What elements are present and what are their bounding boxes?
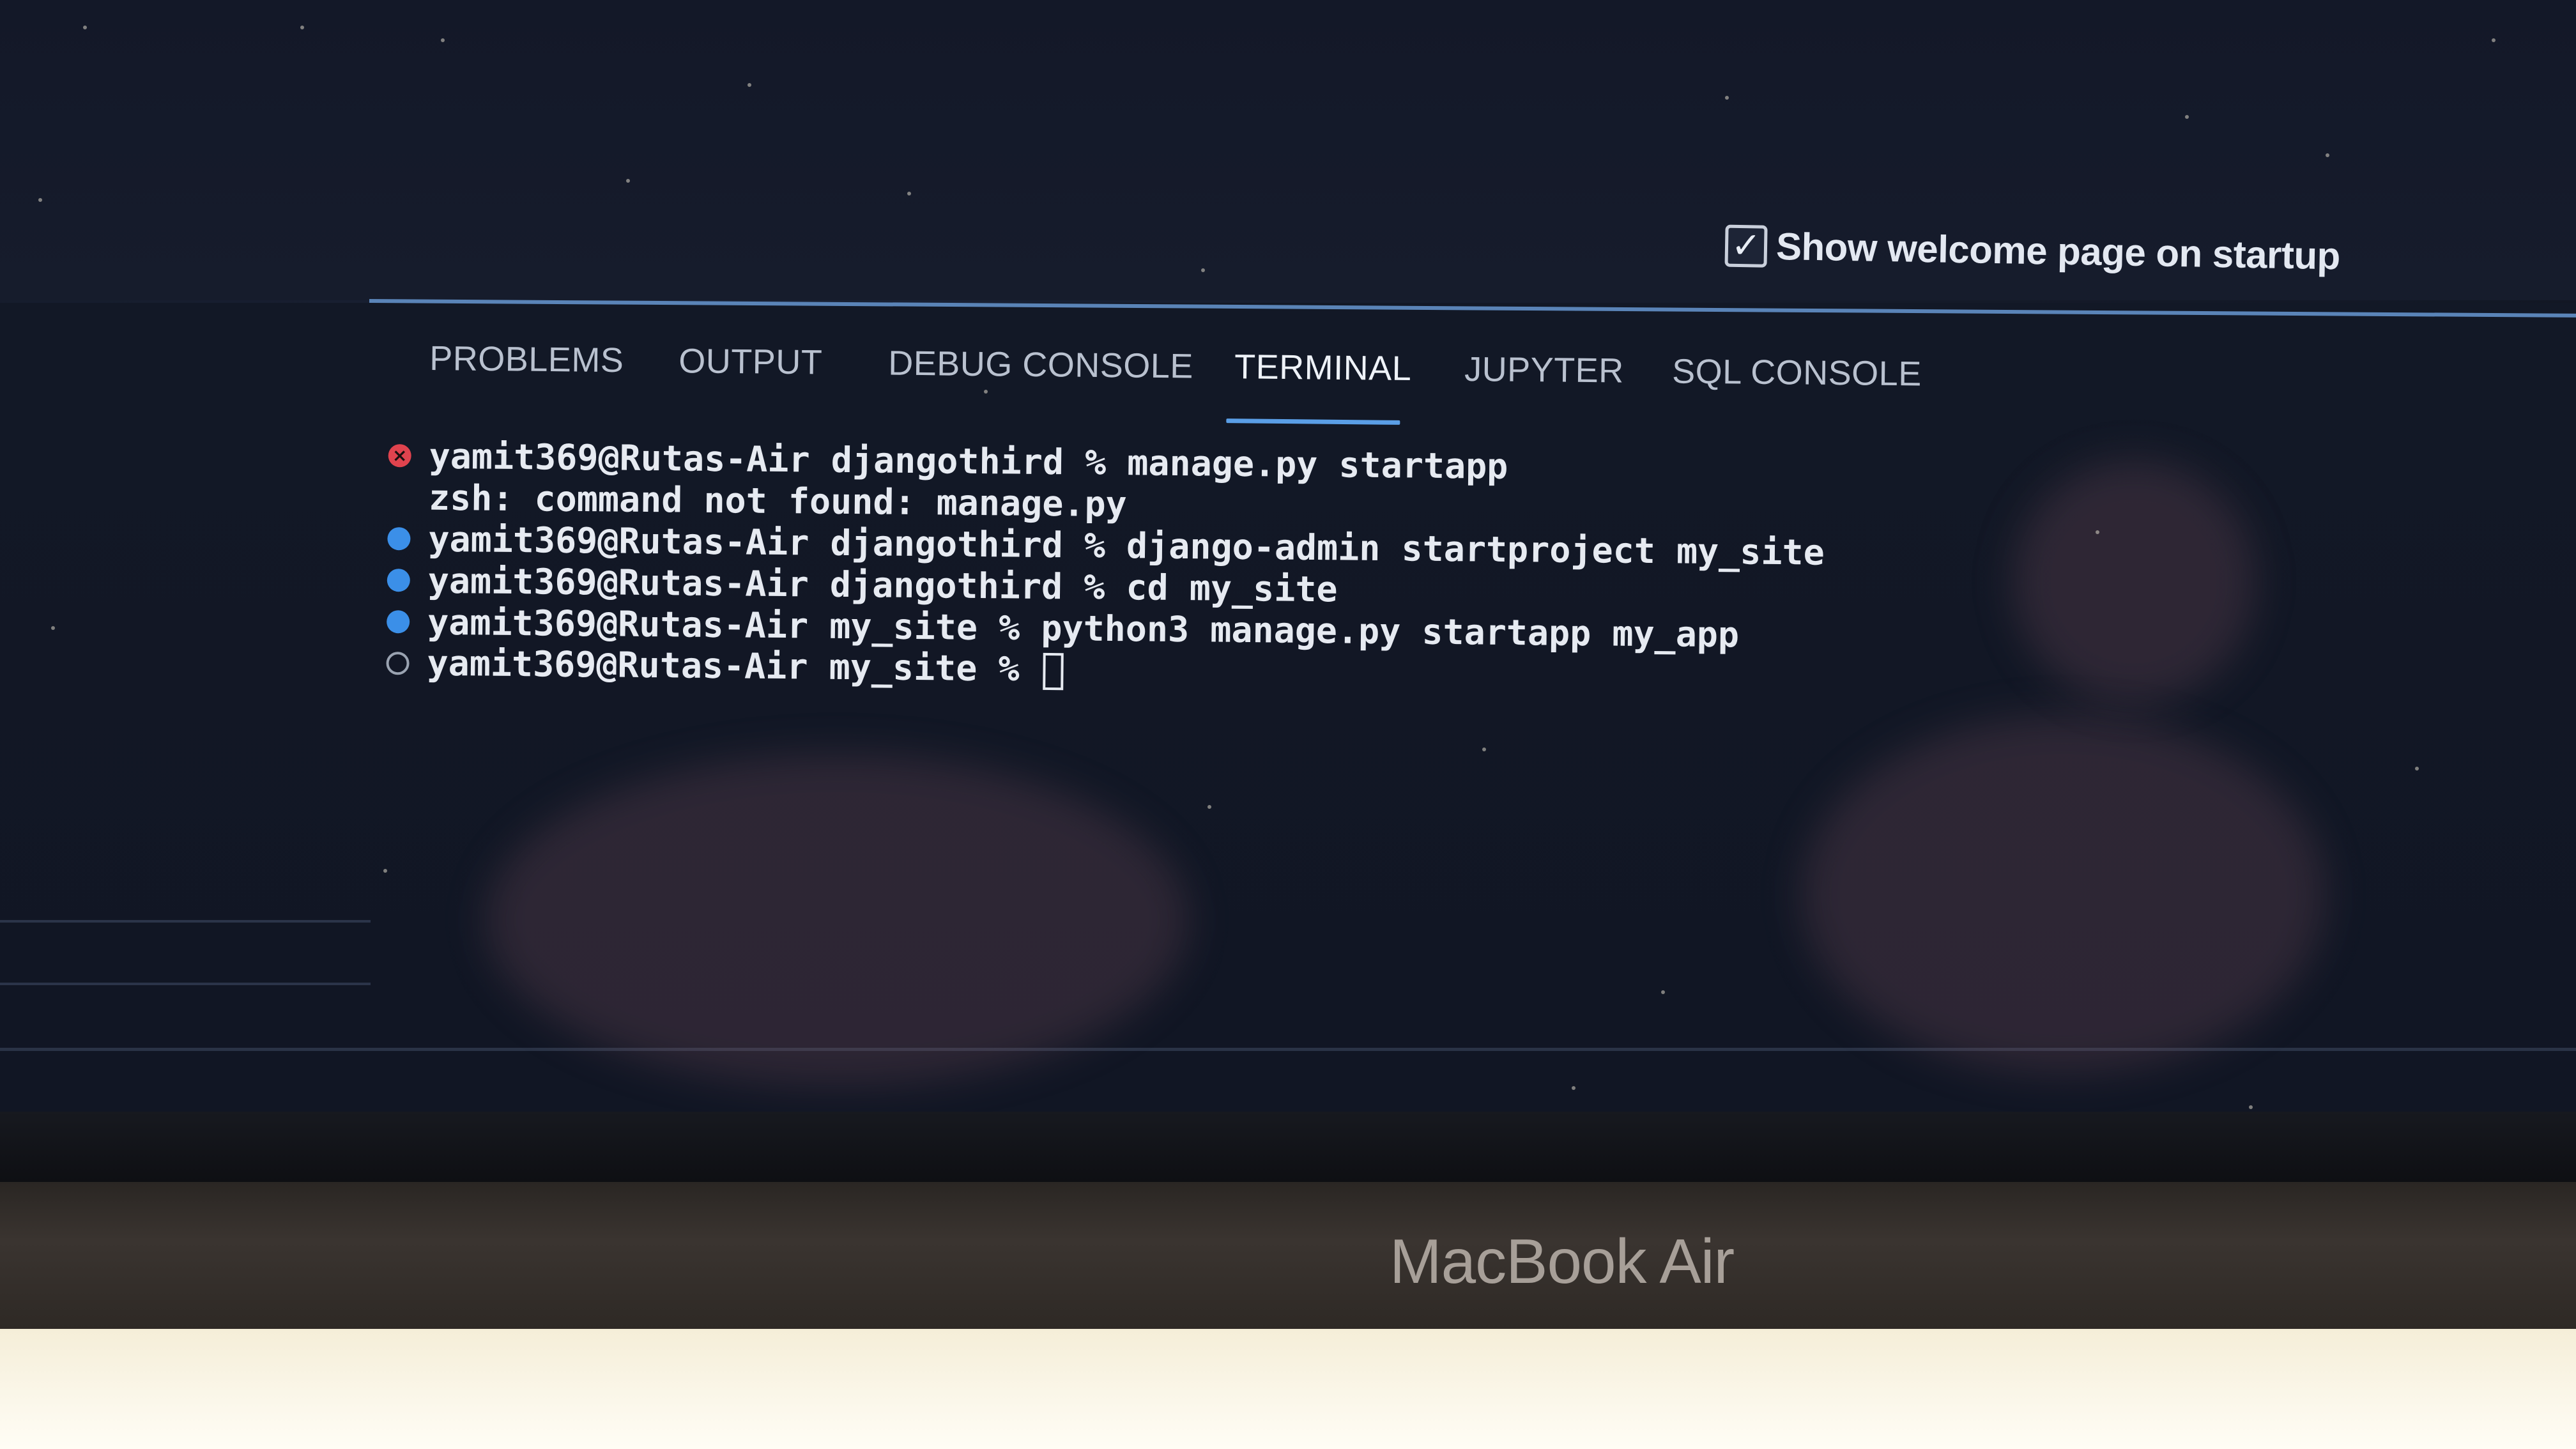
- device-brand-label: MacBook Air: [1390, 1226, 1735, 1296]
- terminal-prompt-text: yamit369@Rutas-Air my_site %: [427, 642, 1041, 689]
- tab-jupyter[interactable]: JUPYTER: [1464, 349, 1624, 391]
- dust-speck: [38, 198, 42, 202]
- hand-reflection: [486, 754, 1188, 1086]
- tab-problems[interactable]: PROBLEMS: [429, 339, 624, 380]
- laptop-chin: [0, 1182, 2576, 1329]
- check-icon[interactable]: ✓: [1724, 224, 1768, 268]
- dust-speck: [747, 83, 751, 87]
- tab-terminal[interactable]: TERMINAL: [1234, 347, 1412, 388]
- dust-speck: [51, 626, 55, 630]
- dust-speck: [441, 38, 445, 42]
- dust-speck: [907, 192, 911, 195]
- desk-surface: [0, 1329, 2576, 1449]
- terminal-line-text: zsh: command not found: manage.py: [428, 477, 1128, 525]
- tab-output[interactable]: OUTPUT: [678, 341, 823, 382]
- dust-speck: [2326, 153, 2329, 157]
- tab-debug-console[interactable]: DEBUG CONSOLE: [888, 344, 1193, 387]
- dust-speck: [383, 869, 387, 873]
- terminal-cursor: [1043, 652, 1064, 691]
- hand-reflection: [2012, 460, 2255, 703]
- dust-speck: [1661, 990, 1665, 994]
- dust-speck: [2096, 530, 2099, 534]
- dust-speck: [2415, 767, 2419, 770]
- error-circle-icon[interactable]: ×: [388, 443, 411, 467]
- tab-sql-console[interactable]: SQL CONSOLE: [1672, 351, 1922, 394]
- dust-speck: [2492, 38, 2496, 42]
- dust-speck: [984, 390, 988, 394]
- hand-reflection: [1802, 716, 2326, 1073]
- screen-bezel: [0, 1112, 2576, 1188]
- dust-speck: [1572, 1086, 1575, 1090]
- hollow-circle-icon: [386, 651, 410, 675]
- dust-speck: [2249, 1105, 2253, 1109]
- terminal-prompt: yamit369@Rutas-Air my_site %: [427, 642, 1064, 691]
- panel-divider: [0, 920, 371, 923]
- filled-circle-icon[interactable]: [387, 526, 411, 550]
- terminal-output[interactable]: × yamit369@Rutas-Air djangothird % manag…: [381, 434, 2236, 702]
- dust-speck: [1208, 805, 1211, 809]
- laptop-screen: ✓ Show welcome page on startup PROBLEMS …: [0, 0, 2576, 1182]
- dust-speck: [300, 26, 304, 29]
- filled-circle-icon[interactable]: [387, 568, 410, 592]
- dust-speck: [83, 26, 87, 29]
- filled-circle-icon[interactable]: [387, 610, 410, 633]
- dust-speck: [626, 179, 630, 183]
- dust-speck: [2185, 115, 2189, 119]
- dust-speck: [1482, 747, 1486, 751]
- dust-speck: [1725, 96, 1729, 100]
- panel-divider: [0, 983, 371, 985]
- dust-speck: [1201, 268, 1205, 272]
- photo-scene: ✓ Show welcome page on startup PROBLEMS …: [0, 0, 2576, 1449]
